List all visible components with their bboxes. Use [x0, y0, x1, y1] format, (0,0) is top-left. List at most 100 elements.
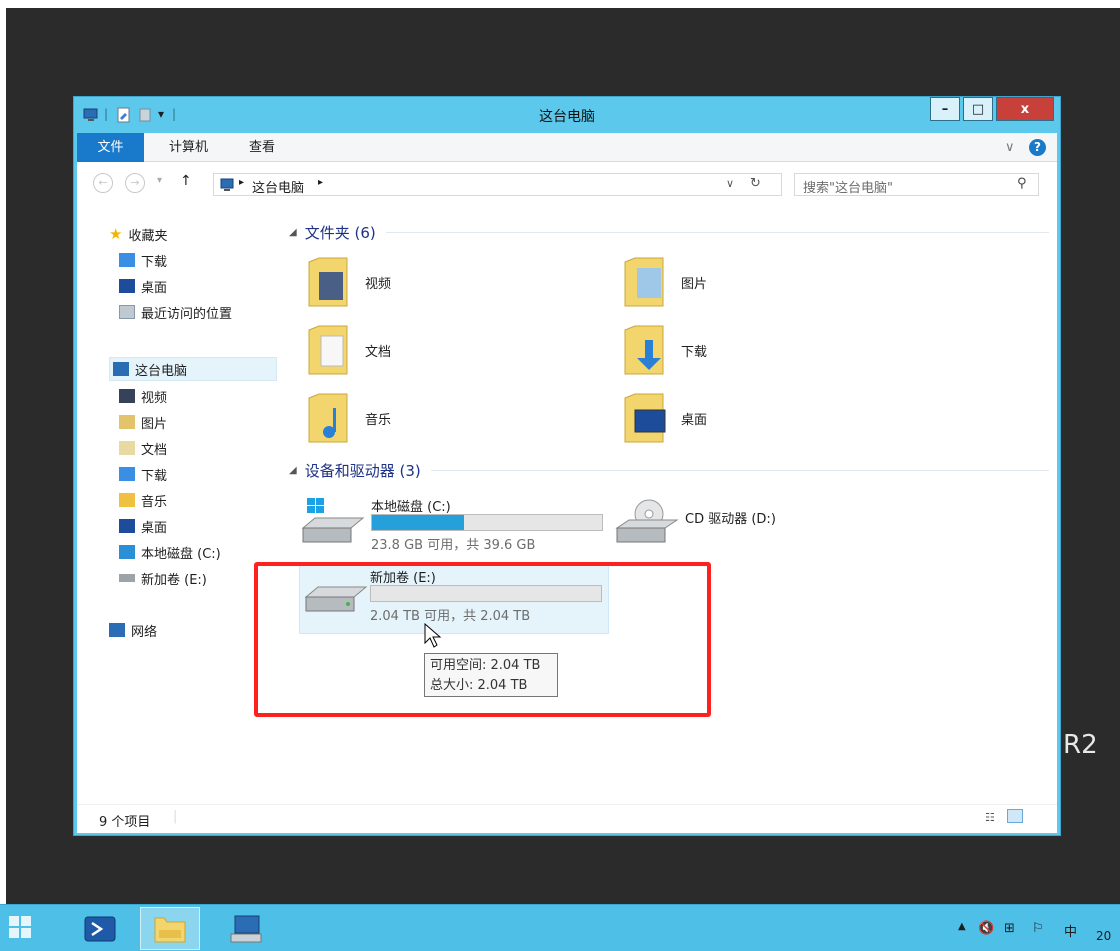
folders-group-header[interactable]: ◢ 文件夹 (6) — [289, 222, 1049, 243]
nav-label: 图片 — [141, 416, 168, 432]
back-button[interactable]: ← — [93, 173, 113, 193]
documents-icon — [119, 441, 135, 455]
taskbar: ▲ 🔇 ⊞ ⚐ 中 20 — [0, 904, 1120, 951]
explorer-window: | ▾ | 这台电脑 – □ x 文件 计算机 查看 ∨ ? ← → ▾ ↑ ▸… — [73, 96, 1061, 836]
videos-icon — [119, 389, 135, 403]
folder-music[interactable]: 音乐 — [307, 390, 391, 446]
taskbar-computer-app[interactable] — [216, 907, 276, 950]
tray-expand-icon[interactable]: ▲ — [958, 921, 966, 932]
taskbar-explorer[interactable] — [140, 907, 200, 950]
group-label: 文件夹 (6) — [304, 224, 376, 242]
nav-item-desktop-pc[interactable]: 桌面 — [119, 514, 167, 538]
drive-usage-fill — [372, 515, 464, 530]
address-bar[interactable]: ▸ 这台电脑 ▸ ∨ ↻ — [213, 173, 782, 196]
folder-label: 桌面 — [681, 412, 708, 428]
clock[interactable]: 20 — [1096, 929, 1111, 943]
folder-label: 音乐 — [365, 412, 392, 428]
chevron-right-icon[interactable]: ▸ — [239, 177, 244, 188]
collapse-icon[interactable]: ◢ — [289, 465, 297, 476]
computer-icon — [218, 177, 236, 197]
nav-thispc[interactable]: 这台电脑 — [109, 357, 277, 381]
devices-group-header[interactable]: ◢ 设备和驱动器 (3) — [289, 460, 1049, 481]
nav-label: 视频 — [141, 390, 168, 406]
server-manager-icon — [9, 915, 31, 938]
computer-icon — [113, 362, 129, 376]
videos-folder-icon — [307, 254, 353, 310]
drive-name: 本地磁盘 (C:) — [371, 500, 451, 515]
documents-folder-icon — [307, 322, 353, 378]
window-title: 这台电脑 — [539, 109, 595, 125]
close-button[interactable]: x — [996, 97, 1054, 121]
folder-label: 文档 — [365, 344, 392, 360]
nav-label: 下载 — [141, 468, 168, 484]
folder-videos[interactable]: 视频 — [307, 254, 391, 310]
maximize-button[interactable]: □ — [963, 97, 993, 121]
folder-label: 下载 — [681, 344, 708, 360]
network-icon — [109, 623, 125, 637]
search-icon[interactable]: ⚲ — [1017, 176, 1027, 191]
nav-item-pictures[interactable]: 图片 — [119, 410, 167, 434]
minimize-button[interactable]: – — [930, 97, 960, 121]
nav-item-downloads-pc[interactable]: 下载 — [119, 462, 167, 486]
recent-locations-dropdown[interactable]: ▾ — [157, 175, 162, 186]
address-dropdown-icon[interactable]: ∨ — [726, 177, 734, 190]
nav-item-drive-e[interactable]: 新加卷 (E:) — [119, 566, 207, 590]
chevron-right-icon[interactable]: ▸ — [318, 177, 323, 188]
nav-label: 收藏夹 — [128, 228, 168, 244]
file-explorer-icon — [154, 917, 186, 942]
tab-view[interactable]: 查看 — [249, 133, 275, 162]
ribbon-expand-icon[interactable]: ∨ — [1005, 133, 1015, 162]
tab-file[interactable]: 文件 — [77, 133, 144, 162]
status-divider: | — [173, 809, 178, 824]
windows-drive-icon — [301, 498, 365, 543]
group-label: 设备和驱动器 (3) — [304, 462, 421, 480]
ribbon-tabs: 文件 计算机 查看 ∨ ? — [77, 133, 1057, 162]
tab-computer[interactable]: 计算机 — [169, 133, 208, 162]
drive-c[interactable]: 本地磁盘 (C:) 23.8 GB 可用，共 39.6 GB — [301, 492, 621, 553]
nav-item-downloads[interactable]: 下载 — [119, 248, 167, 272]
help-icon[interactable]: ? — [1029, 139, 1046, 156]
forward-button[interactable]: → — [125, 173, 145, 193]
folder-desktop[interactable]: 桌面 — [623, 390, 707, 446]
large-icons-view-icon[interactable] — [1007, 809, 1023, 823]
drive-name: CD 驱动器 (D:) — [685, 512, 776, 527]
nav-favorites[interactable]: ★ 收藏夹 — [109, 222, 167, 246]
speaker-muted-icon[interactable]: 🔇 — [978, 921, 994, 936]
start-button[interactable] — [0, 907, 44, 950]
ime-indicator[interactable]: 中 — [1064, 921, 1077, 940]
downloads-folder-icon — [623, 322, 669, 378]
desktop-watermark-text: R2 — [1063, 730, 1098, 760]
taskbar-powershell[interactable] — [70, 907, 130, 950]
nav-item-recent[interactable]: 最近访问的位置 — [119, 300, 232, 324]
nav-item-drive-c[interactable]: 本地磁盘 (C:) — [119, 540, 221, 564]
nav-network[interactable]: 网络 — [109, 618, 157, 642]
title-bar[interactable]: | ▾ | 这台电脑 – □ x — [74, 97, 1060, 133]
refresh-icon[interactable]: ↻ — [750, 176, 761, 191]
nav-label: 音乐 — [141, 494, 168, 510]
navigation-pane: ★ 收藏夹 下载 桌面 最近访问的位置 这台电脑 视频 图片 文档 下载 音乐 … — [77, 202, 277, 804]
action-center-flag-icon[interactable]: ⚐ — [1032, 921, 1044, 936]
network-tray-icon[interactable]: ⊞ — [1004, 921, 1015, 936]
annotation-highlight-box — [254, 562, 711, 717]
folder-downloads[interactable]: 下载 — [623, 322, 707, 378]
star-icon: ★ — [109, 225, 123, 243]
nav-item-documents[interactable]: 文档 — [119, 436, 167, 460]
collapse-icon[interactable]: ◢ — [289, 227, 297, 238]
drive-icon — [119, 574, 135, 582]
nav-item-desktop[interactable]: 桌面 — [119, 274, 167, 298]
nav-item-music[interactable]: 音乐 — [119, 488, 167, 512]
breadcrumb-thispc[interactable]: 这台电脑 — [252, 177, 304, 196]
drive-d[interactable]: CD 驱动器 (D:) — [615, 492, 875, 552]
nav-label: 新加卷 (E:) — [141, 572, 207, 588]
search-box[interactable]: 搜索"这台电脑" ⚲ — [794, 173, 1039, 196]
nav-item-videos[interactable]: 视频 — [119, 384, 167, 408]
status-bar: 9 个项目 | ☷ — [77, 804, 1057, 833]
folder-documents[interactable]: 文档 — [307, 322, 391, 378]
nav-label: 桌面 — [141, 520, 168, 536]
nav-label: 本地磁盘 (C:) — [141, 546, 221, 562]
details-view-icon[interactable]: ☷ — [985, 811, 995, 824]
folder-pictures[interactable]: 图片 — [623, 254, 707, 310]
search-input[interactable]: 搜索"这台电脑" — [803, 177, 893, 196]
up-button[interactable]: ↑ — [180, 173, 192, 189]
windows-drive-icon — [119, 545, 135, 559]
